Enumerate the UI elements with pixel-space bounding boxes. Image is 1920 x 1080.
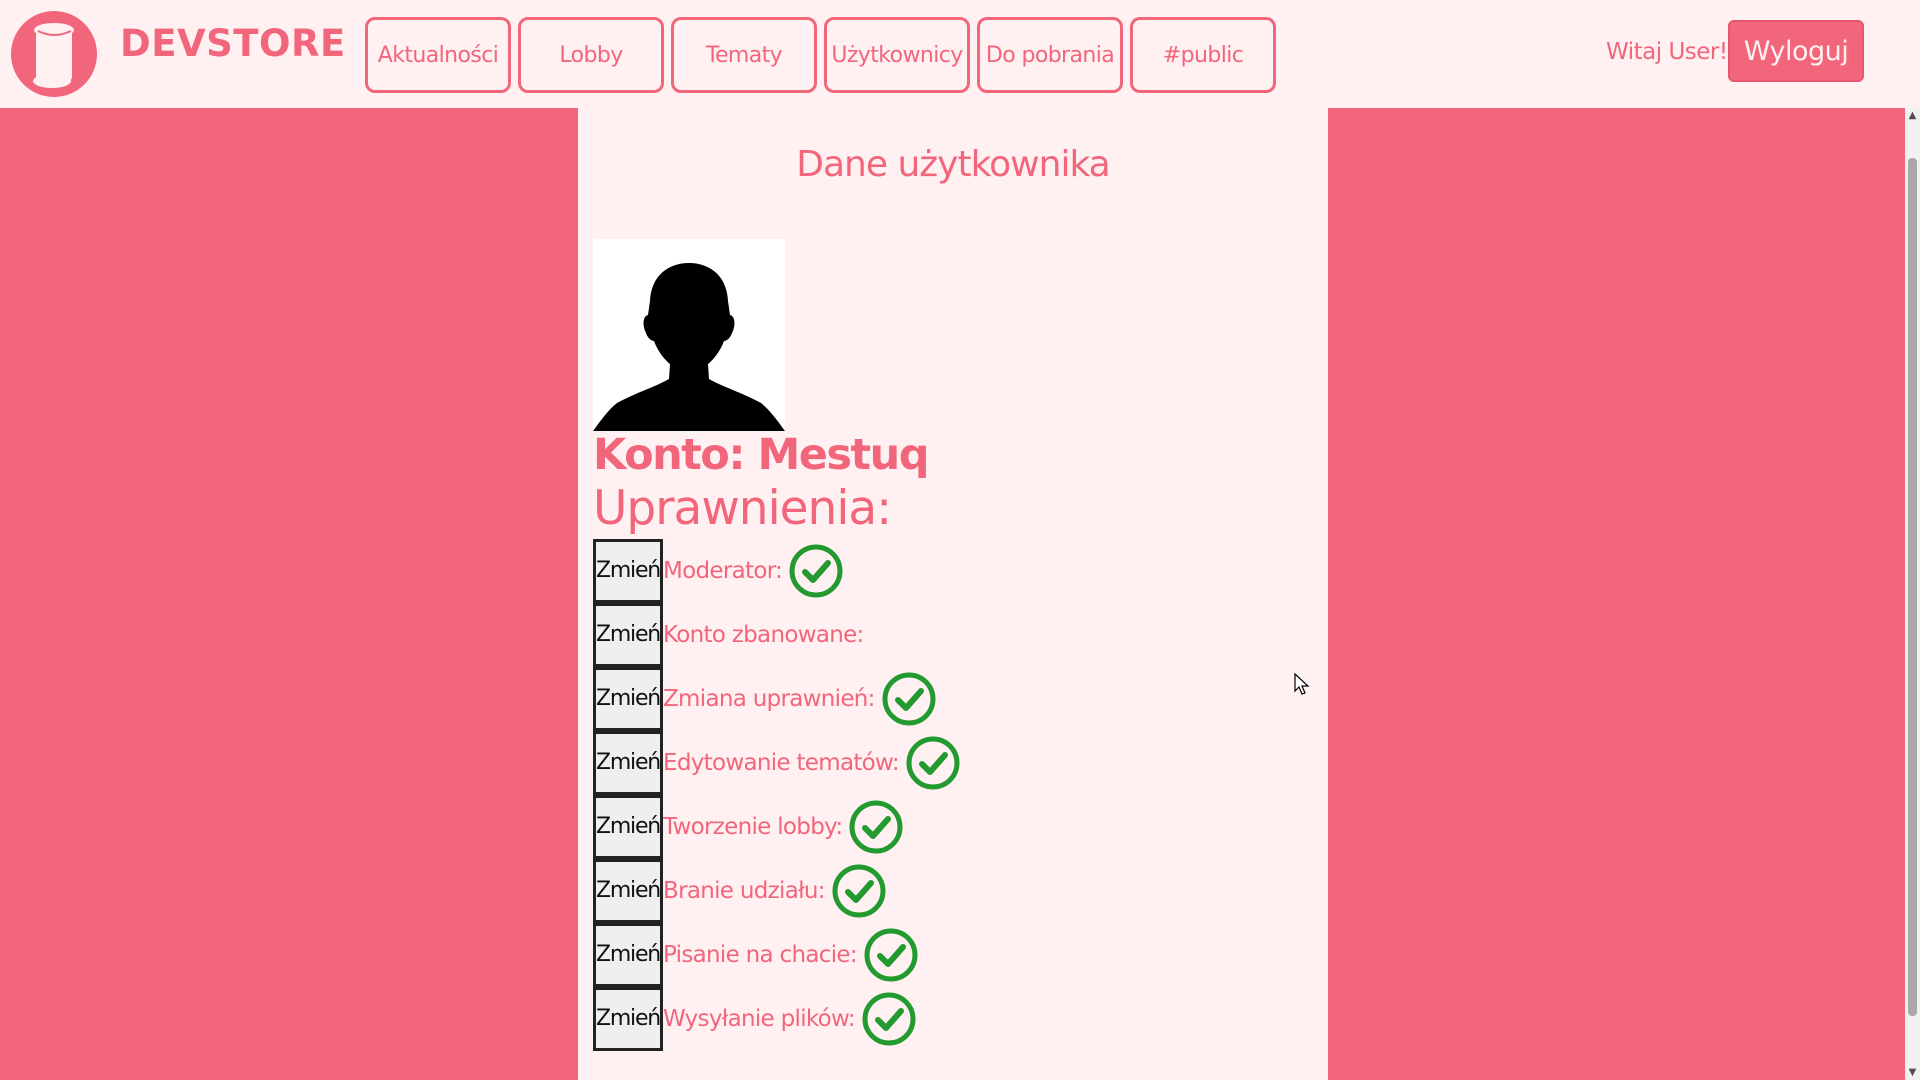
- permission-row-chat: Zmień Pisanie na chacie:: [593, 922, 961, 987]
- status-slot: [831, 863, 887, 919]
- status-slot: [905, 735, 961, 791]
- nav-do-pobrania[interactable]: Do pobrania: [977, 17, 1123, 93]
- permission-label: Konto zbanowane:: [663, 622, 864, 648]
- check-circle-icon: [849, 800, 903, 854]
- logo[interactable]: [11, 11, 97, 97]
- check-circle-icon: [862, 992, 916, 1046]
- permission-row-banned: Zmień Konto zbanowane:: [593, 602, 961, 667]
- nav-lobby[interactable]: Lobby: [518, 17, 664, 93]
- status-slot: [863, 927, 919, 983]
- nav-tematy[interactable]: Tematy: [671, 17, 817, 93]
- change-button[interactable]: Zmień: [593, 986, 663, 1051]
- permissions-list: Zmień Moderator: Zmień Konto zbanowane: …: [593, 538, 961, 1051]
- status-slot: [861, 991, 917, 1047]
- user-details-panel: Dane użytkownika Konto: Mestuq Uprawnien…: [578, 108, 1328, 1080]
- top-header: DEVSTORE Aktualności Lobby Tematy Użytko…: [0, 0, 1920, 108]
- user-greeting: Witaj User!: [1606, 39, 1728, 65]
- scroll-up-arrow-icon[interactable]: ▲: [1905, 108, 1920, 123]
- status-slot: [848, 799, 904, 855]
- permission-row-create-lobby: Zmień Tworzenie lobby:: [593, 794, 961, 859]
- permission-label: Zmiana uprawnień:: [663, 686, 875, 712]
- permission-row-upload-files: Zmień Wysyłanie plików:: [593, 986, 961, 1051]
- permission-label: Branie udziału:: [663, 878, 826, 904]
- status-slot: [788, 543, 844, 599]
- change-button[interactable]: Zmień: [593, 794, 663, 859]
- avatar: [593, 239, 785, 431]
- change-button[interactable]: Zmień: [593, 858, 663, 923]
- nav-public[interactable]: #public: [1130, 17, 1276, 93]
- check-circle-icon: [882, 672, 936, 726]
- mouse-cursor-icon: [1294, 673, 1310, 695]
- brand-title: DEVSTORE: [120, 22, 346, 65]
- permission-label: Tworzenie lobby:: [663, 814, 843, 840]
- check-circle-icon: [906, 736, 960, 790]
- permission-row-participate: Zmień Branie udziału:: [593, 858, 961, 923]
- page-title: Dane użytkownika: [796, 144, 1110, 185]
- permissions-heading: Uprawnienia:: [593, 481, 892, 536]
- scroll-logo-icon: [33, 23, 74, 88]
- account-name: Konto: Mestuq: [593, 430, 929, 480]
- main-nav: Aktualności Lobby Tematy Użytkownicy Do …: [365, 17, 1276, 93]
- change-button[interactable]: Zmień: [593, 922, 663, 987]
- permission-row-edit-topics: Zmień Edytowanie tematów:: [593, 730, 961, 795]
- permission-label: Moderator:: [663, 558, 783, 584]
- logout-button[interactable]: Wyloguj: [1728, 20, 1864, 82]
- check-circle-icon: [832, 864, 886, 918]
- nav-aktualnosci[interactable]: Aktualności: [365, 17, 511, 93]
- scroll-thumb[interactable]: [1908, 158, 1917, 1016]
- check-circle-icon: [864, 928, 918, 982]
- permission-label: Wysyłanie plików:: [663, 1006, 856, 1032]
- permission-row-change-permissions: Zmień Zmiana uprawnień:: [593, 666, 961, 731]
- change-button[interactable]: Zmień: [593, 602, 663, 667]
- permission-label: Edytowanie tematów:: [663, 750, 900, 776]
- nav-uzytkownicy[interactable]: Użytkownicy: [824, 17, 970, 93]
- permission-label: Pisanie na chacie:: [663, 942, 858, 968]
- change-button[interactable]: Zmień: [593, 666, 663, 731]
- vertical-scrollbar[interactable]: ▲ ▼: [1905, 108, 1920, 1080]
- user-silhouette-icon: [593, 263, 785, 431]
- check-circle-icon: [789, 544, 843, 598]
- change-button[interactable]: Zmień: [593, 538, 663, 603]
- permission-row-moderator: Zmień Moderator:: [593, 538, 961, 603]
- scroll-down-arrow-icon[interactable]: ▼: [1905, 1065, 1920, 1080]
- change-button[interactable]: Zmień: [593, 730, 663, 795]
- status-slot: [881, 671, 937, 727]
